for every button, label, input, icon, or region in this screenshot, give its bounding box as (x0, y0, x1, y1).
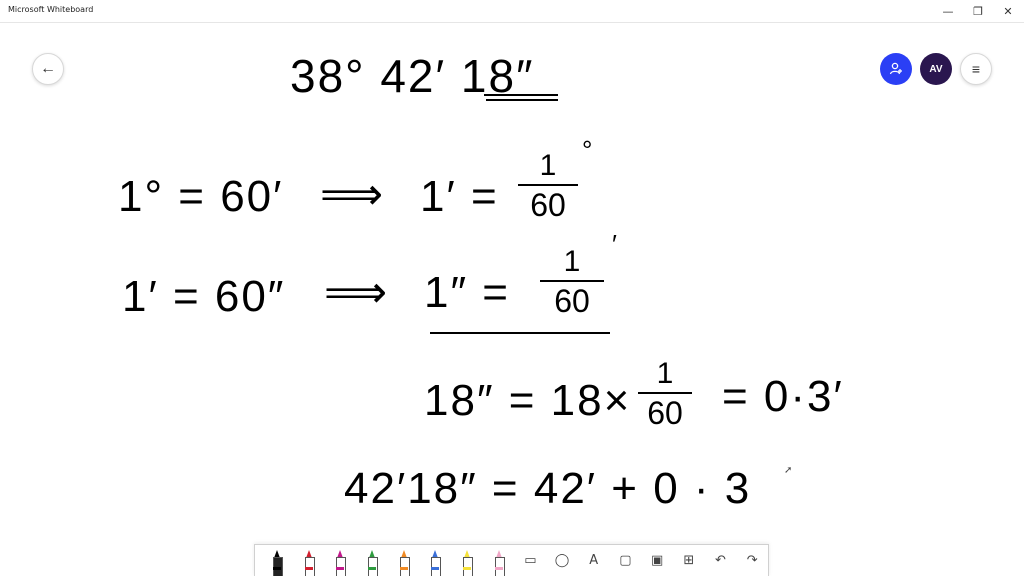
degree-symbol: ° (582, 135, 593, 165)
eraser-icon (494, 550, 505, 576)
image-button[interactable]: ▣ (641, 544, 673, 576)
whiteboard-canvas[interactable]: 38° 42′ 18″ 1° = 60′ ⟹ 1′ = 1 60 ° 1′ = … (0, 23, 1024, 543)
pen-galaxy-tool[interactable] (419, 544, 451, 576)
implies-arrow: ⟹ (324, 268, 390, 317)
fraction-bar (518, 184, 578, 186)
pen-red-icon (304, 550, 315, 576)
sticky-note-icon: ▢ (619, 553, 632, 568)
fraction-one-sixtieth: 1 60 (518, 151, 578, 221)
pen-magenta-icon (335, 550, 347, 576)
lasso-button[interactable]: ◯ (546, 544, 578, 576)
ruler-button[interactable]: ▭ (515, 544, 547, 576)
redo-icon: ↷ (746, 553, 758, 568)
minute-to-second-equation: 1′ = 60″ (122, 272, 286, 321)
fraction-numerator: 1 (656, 357, 674, 390)
redo-button[interactable]: ↷ (736, 544, 768, 576)
insert-button[interactable]: ⊞ (673, 544, 705, 576)
ink-underline (430, 332, 610, 334)
title-bar: Microsoft Whiteboard — ❐ ✕ (0, 0, 1024, 23)
fraction-denominator: 60 (647, 395, 683, 431)
restore-button[interactable]: ❐ (963, 0, 993, 22)
ruler-icon: ▭ (524, 553, 537, 568)
fraction-bar (540, 280, 604, 282)
undo-icon: ↶ (715, 553, 726, 568)
minimize-button[interactable]: — (933, 0, 963, 22)
lasso-icon: ◯ (554, 553, 570, 568)
pen-red-tool[interactable] (293, 544, 325, 576)
highlighter-yellow-icon (462, 550, 473, 576)
angle-heading: 38° 42′ 18″ (290, 50, 535, 102)
highlighter-yellow-tool[interactable] (451, 544, 483, 576)
inking-toolbar: ▭ ◯ A ▢ ▣ ⊞ ↶ ↷ (254, 544, 769, 576)
fraction-one-sixtieth: 1 60 (638, 359, 692, 429)
fraction-one-sixtieth: 1 60 (540, 247, 604, 317)
degree-to-minute-equation: 1° = 60′ (118, 172, 284, 221)
mouse-cursor-icon: ➚ (784, 465, 793, 476)
image-icon: ▣ (650, 553, 664, 568)
fraction-denominator: 60 (530, 187, 566, 223)
pen-black-tool[interactable] (261, 544, 293, 576)
text-icon: A (589, 553, 599, 568)
seconds-result: = 0·3′ (722, 372, 844, 421)
second-lhs: 1″ = (424, 268, 510, 317)
seconds-conversion: 18″ = 18× (424, 376, 632, 425)
app-title: Microsoft Whiteboard (8, 5, 94, 14)
pen-green-tool[interactable] (356, 544, 388, 576)
fraction-denominator: 60 (554, 283, 590, 319)
fraction-numerator: 1 (539, 149, 557, 182)
fraction-bar (638, 392, 692, 394)
ink-underline (484, 94, 558, 96)
fraction-numerator: 1 (563, 245, 581, 278)
pen-magenta-tool[interactable] (324, 544, 356, 576)
ink-underline (486, 99, 558, 101)
pen-rainbow-icon (399, 550, 410, 576)
text-button[interactable]: A (578, 544, 610, 576)
implies-arrow: ⟹ (320, 170, 386, 219)
minute-lhs: 1′ = (420, 172, 499, 221)
pen-galaxy-icon (430, 550, 442, 576)
minutes-seconds-sum: 42′18″ = 42′ + 0 · 3 (344, 464, 752, 513)
pen-black-icon (272, 550, 283, 576)
eraser-tool[interactable] (483, 544, 515, 576)
sticky-note-button[interactable]: ▢ (610, 544, 642, 576)
minute-symbol: ′ (612, 229, 617, 259)
pen-green-icon (367, 550, 378, 576)
undo-button[interactable]: ↶ (705, 544, 737, 576)
insert-icon: ⊞ (683, 553, 695, 568)
pen-rainbow-tool[interactable] (388, 544, 420, 576)
close-button[interactable]: ✕ (993, 0, 1023, 22)
